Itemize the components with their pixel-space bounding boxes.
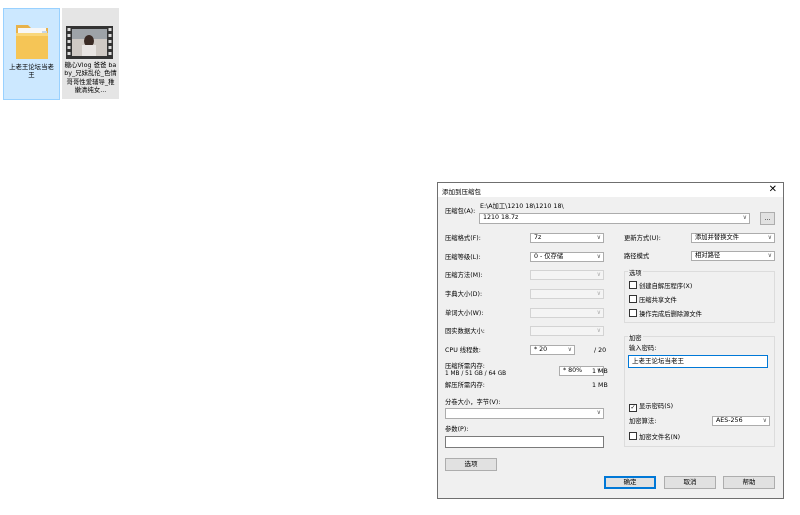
show-password-label: 显示密码(S) <box>639 403 674 410</box>
update-label: 更新方式(U): <box>624 235 661 242</box>
chevron-down-icon: ∨ <box>596 409 601 416</box>
threads-max: / 20 <box>594 347 607 354</box>
archive-name-value: 1210 18.7z <box>483 214 519 221</box>
cancel-button[interactable]: 取消 <box>664 476 716 489</box>
check-icon: ✓ <box>629 404 637 412</box>
chevron-down-icon: ∨ <box>742 214 747 221</box>
method-select[interactable]: ∨ <box>530 270 604 280</box>
update-value: 添加并替换文件 <box>695 234 740 241</box>
solid-select[interactable]: ∨ <box>530 326 604 336</box>
word-label: 单词大小(W): <box>445 310 484 317</box>
dialog-title: 添加到压缩包 <box>442 188 481 196</box>
show-password-checkbox[interactable]: ✓ 显示密码(S) <box>629 403 673 412</box>
shared-files-checkbox[interactable]: 压缩共享文件 <box>629 295 677 305</box>
sfx-checkbox[interactable]: 创建自解压程序(X) <box>629 281 692 291</box>
method-label: 压缩方法(M): <box>445 272 483 279</box>
level-value: 0 - 仅存储 <box>534 253 564 260</box>
password-label: 输入密码: <box>629 345 657 352</box>
close-icon[interactable]: ✕ <box>769 184 777 195</box>
mem-decompress-label: 解压所需内存: <box>445 382 485 389</box>
checkbox-icon <box>629 309 637 317</box>
chevron-down-icon: ∨ <box>762 417 767 424</box>
checkbox-icon <box>629 295 637 303</box>
encryption-method-label: 加密算法: <box>629 418 657 425</box>
params-label: 参数(P): <box>445 426 469 433</box>
desktop-icon-video[interactable]: 糖心Vlog 爸爸 baby_兄妹乱伦_色情哥哥性爱辅导_稚嫩清纯女... <box>62 8 119 99</box>
encrypt-names-label: 加密文件名(N) <box>639 434 681 441</box>
folder-icon <box>16 25 48 59</box>
chevron-down-icon: ∨ <box>567 346 572 353</box>
password-input[interactable]: 上老王论坛当老王 <box>628 355 768 368</box>
add-to-archive-dialog: 添加到压缩包 ✕ 压缩包(A): E:\A加工\1210 18\1210 18\… <box>437 182 784 499</box>
chevron-down-icon: ∨ <box>596 253 601 260</box>
format-label: 压缩格式(F): <box>445 235 481 242</box>
shared-files-label: 压缩共享文件 <box>639 297 677 304</box>
threads-value: * 20 <box>534 346 548 353</box>
pathmode-label: 路径模式 <box>624 253 650 260</box>
pathmode-value: 相对路径 <box>695 252 721 259</box>
desktop-icon-label: 糖心Vlog 爸爸 baby_兄妹乱伦_色情哥哥性爱辅导_稚嫩清纯女... <box>64 61 117 94</box>
ok-button[interactable]: 确定 <box>604 476 656 489</box>
options-button[interactable]: 选项 <box>445 458 497 471</box>
archive-name-combo[interactable]: 1210 18.7z ∨ <box>479 213 750 224</box>
chevron-down-icon: ∨ <box>596 234 601 241</box>
archive-path: E:\A加工\1210 18\1210 18\ <box>480 203 564 210</box>
archive-label: 压缩包(A): <box>445 208 476 215</box>
delete-after-checkbox[interactable]: 操作完成后删除源文件 <box>629 309 702 319</box>
split-label: 分卷大小，字节(V): <box>445 399 501 406</box>
pathmode-select[interactable]: 相对路径 ∨ <box>691 251 775 261</box>
mem-percent-value: * 80% <box>563 367 583 374</box>
level-select[interactable]: 0 - 仅存储 ∨ <box>530 252 604 262</box>
update-select[interactable]: 添加并替换文件 ∨ <box>691 233 775 243</box>
format-value: 7z <box>534 234 542 241</box>
chevron-down-icon: ∨ <box>767 234 772 241</box>
chevron-down-icon: ∨ <box>596 327 601 334</box>
mem-compress-sub: 1 MB / 51 GB / 64 GB <box>445 371 507 377</box>
threads-select[interactable]: * 20 ∨ <box>530 345 575 355</box>
split-combo[interactable]: ∨ <box>445 408 604 419</box>
title-bar: 添加到压缩包 ✕ <box>438 183 783 197</box>
checkbox-icon <box>629 432 637 440</box>
help-button[interactable]: 帮助 <box>723 476 775 489</box>
delete-after-label: 操作完成后删除源文件 <box>639 311 702 318</box>
mem-decompress-amount: 1 MB <box>592 382 608 389</box>
word-select[interactable]: ∨ <box>530 308 604 318</box>
solid-label: 固实数据大小: <box>445 328 485 335</box>
options-group-title: 选项 <box>628 268 643 277</box>
video-thumbnail-icon <box>66 26 113 59</box>
mem-compress-amount: 1 MB <box>592 368 608 375</box>
chevron-down-icon: ∨ <box>596 309 601 316</box>
sfx-label: 创建自解压程序(X) <box>639 283 693 290</box>
browse-button[interactable]: ... <box>760 212 775 225</box>
desktop-icon-label: 上老王论坛当老王 <box>9 63 54 80</box>
params-input[interactable] <box>445 436 604 448</box>
chevron-down-icon: ∨ <box>767 252 772 259</box>
dict-label: 字典大小(D): <box>445 291 483 298</box>
encryption-method-value: AES-256 <box>716 417 743 424</box>
level-label: 压缩等级(L): <box>445 254 481 261</box>
checkbox-icon <box>629 281 637 289</box>
chevron-down-icon: ∨ <box>596 271 601 278</box>
chevron-down-icon: ∨ <box>596 290 601 297</box>
desktop-icon-folder[interactable]: 上老王论坛当老王 <box>3 8 60 100</box>
encryption-method-select[interactable]: AES-256 ∨ <box>712 416 770 426</box>
format-select[interactable]: 7z ∨ <box>530 233 604 243</box>
threads-label: CPU 线程数: <box>445 347 481 354</box>
encrypt-names-checkbox[interactable]: 加密文件名(N) <box>629 432 680 442</box>
dict-select[interactable]: ∨ <box>530 289 604 299</box>
encryption-group-title: 加密 <box>628 333 643 342</box>
